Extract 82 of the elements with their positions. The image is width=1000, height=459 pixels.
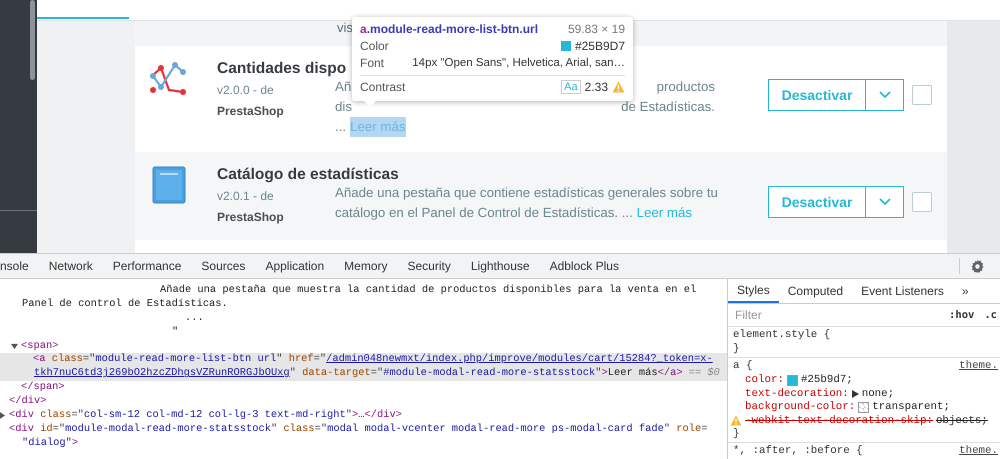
styles-tab[interactable]: Computed bbox=[778, 279, 852, 303]
checkbox[interactable] bbox=[912, 192, 932, 212]
devtools-tab[interactable]: Adblock Plus bbox=[540, 254, 629, 278]
class-toggle[interactable]: .c bbox=[984, 309, 997, 321]
chevron-down-icon bbox=[878, 198, 890, 206]
devtools-tab[interactable]: Application bbox=[255, 254, 334, 278]
dropdown-button[interactable] bbox=[866, 186, 904, 218]
stylesheet-link[interactable]: theme. bbox=[959, 445, 998, 458]
code-line: " bbox=[172, 326, 178, 340]
description-text: de Estadísticas. bbox=[621, 98, 715, 116]
styles-tab[interactable]: » bbox=[952, 279, 978, 303]
module-description: Añade una pestaña que contiene estadísticas generales sobre tu catálogo en el Panel de Control de Estadísticas. ... Leer más bbox=[335, 184, 719, 222]
devtools-tab[interactable]: Performance bbox=[102, 254, 192, 278]
devtools-tab[interactable]: Sources bbox=[191, 254, 256, 278]
dropdown-button[interactable] bbox=[866, 79, 904, 111]
module-version: v2.0.1 - de bbox=[217, 188, 275, 205]
expand-arrow-icon[interactable] bbox=[852, 390, 859, 398]
module-name: Catálogo de estadísticas bbox=[217, 165, 399, 185]
expand-arrow-icon[interactable] bbox=[11, 343, 21, 350]
css-selector: element.style { bbox=[733, 329, 830, 342]
scrollbar-thumb[interactable] bbox=[30, 0, 35, 80]
contrast-label: Contrast bbox=[360, 80, 406, 94]
font-label: Font bbox=[360, 56, 384, 70]
css-property: -webkit-text-decoration-skip: bbox=[745, 414, 933, 427]
code-line: <div id="module-modal-read-more-statsstock" class="modal modal-vcenter modal-read-more ps-modal-card fade" role= bbox=[9, 422, 708, 437]
code-line: <div class="col-sm-12 col-md-12 col-lg-3 text-md-right">…</div> bbox=[9, 409, 402, 423]
css-property: text-decoration: bbox=[745, 388, 849, 400]
css-value: objects; bbox=[936, 414, 988, 427]
ellipsis-text: ... bbox=[335, 118, 346, 136]
code-line: <a class="module-read-more-list-btn url" href="/admin048newmxt/index.php/improve/modules/cart/15284?_token=x- bbox=[33, 353, 713, 368]
color-value: #25B9D7 bbox=[574, 38, 625, 52]
code-line: "dialog"> bbox=[22, 436, 78, 451]
line-chart-icon bbox=[149, 60, 187, 98]
stylesheet-link[interactable]: theme. bbox=[959, 360, 998, 374]
devtools-tab[interactable]: nsole bbox=[0, 254, 39, 278]
contrast-sample: Aa bbox=[561, 80, 581, 94]
description-text: vis bbox=[337, 21, 353, 35]
css-property: background-color: bbox=[745, 401, 856, 414]
module-author: PrestaShop bbox=[217, 209, 285, 226]
code-line: tkh7nuC6td3j269bO2hzcZDhgsVZRunRORGJbOUxg" data-target="#module-modal-read-more-statsstock">Leer más</a> bbox=[34, 367, 683, 382]
devtools-tab[interactable]: Network bbox=[38, 254, 103, 278]
book-icon bbox=[152, 166, 186, 204]
devtools-tab[interactable]: Lighthouse bbox=[460, 254, 540, 278]
css-brace: } bbox=[733, 342, 740, 356]
css-value: #25b9d7; bbox=[800, 374, 853, 386]
code-line: Añade una pestaña que muestra la cantidad de productos disponibles para la venta en el bbox=[160, 284, 696, 298]
element-size: 59.83 × 19 bbox=[568, 22, 625, 36]
module-author: PrestaShop bbox=[217, 103, 285, 120]
settings-icon[interactable] bbox=[970, 258, 985, 274]
contrast-value: 2.33 bbox=[584, 80, 608, 94]
font-value: 14px "Open Sans", Helvetica, Arial, san… bbox=[412, 56, 625, 68]
code-line: <span> bbox=[21, 340, 58, 354]
selected-marker: == $0 bbox=[688, 367, 720, 382]
color-swatch-icon[interactable] bbox=[786, 374, 798, 386]
css-property: color: bbox=[745, 374, 784, 386]
code-line: Panel de control de Estadísticas. bbox=[22, 298, 228, 312]
color-label: Color bbox=[360, 38, 389, 52]
css-selector: *, :after, :before { bbox=[733, 445, 863, 458]
devtools-tab[interactable]: Memory bbox=[334, 254, 398, 278]
code-link[interactable]: tkh7nuC6td3j269bO2hzcZDhgsVZRunRORGJbOUxg bbox=[34, 367, 290, 380]
module-name: Cantidades dispo bbox=[217, 59, 346, 79]
code-line: </span> bbox=[21, 381, 65, 396]
description-text: productos bbox=[656, 78, 715, 96]
styles-tab[interactable]: Styles bbox=[728, 279, 779, 303]
code-line: ... bbox=[185, 312, 204, 326]
hover-state-toggle[interactable]: :hov bbox=[949, 309, 974, 321]
styles-tab[interactable]: Event Listeners bbox=[852, 279, 953, 303]
element-selector: a.module-read-more-list-btn.url bbox=[360, 22, 538, 36]
devtools-tab[interactable]: Security bbox=[398, 254, 461, 278]
code-line: </div> bbox=[9, 395, 46, 410]
checkbox[interactable] bbox=[912, 85, 932, 105]
description-text: dis bbox=[335, 98, 352, 116]
transparent-swatch-icon[interactable] bbox=[858, 402, 870, 413]
code-link[interactable]: /admin048newmxt/index.php/improve/modules/cart/15284?_token=x- bbox=[326, 353, 713, 366]
warning-icon bbox=[730, 415, 742, 426]
description-text: Añ bbox=[335, 78, 352, 96]
css-brace: } bbox=[733, 428, 740, 441]
css-value: transparent; bbox=[872, 401, 950, 414]
css-selector: a { bbox=[733, 360, 752, 374]
chevron-down-icon bbox=[878, 91, 890, 99]
css-value: none; bbox=[862, 388, 894, 400]
module-version: v2.0.0 - de bbox=[217, 82, 275, 99]
